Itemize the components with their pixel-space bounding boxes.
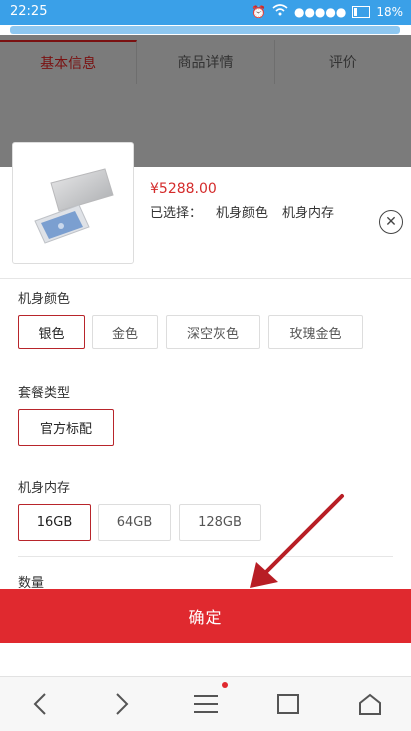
alarm-icon: ⏰ [251,4,266,19]
option-color-gold[interactable]: 金色 [92,315,158,349]
selected-prefix: 已选择： [150,206,203,221]
phone-image-icon [34,168,114,244]
option-color-silver[interactable]: 银色 [18,315,85,349]
forward-icon[interactable] [92,677,152,731]
battery-percent: 18% [376,4,403,19]
tab-basic-info[interactable]: 基本信息 [0,40,138,84]
selected-item: 机身内存 [282,206,335,221]
selected-summary: 已选择： 机身颜色 机身内存 [150,202,334,221]
option-color-rose-gold[interactable]: 玫瑰金色 [268,315,363,349]
tab-product-details[interactable]: 商品详情 [137,40,275,84]
option-storage-16gb[interactable]: 16GB [18,504,91,541]
signal-icon: ●●●●● [293,4,347,19]
selected-item: 机身颜色 [216,206,269,221]
product-tabs: 基本信息 商品详情 评价 [0,40,411,84]
product-thumbnail [12,142,134,264]
home-icon[interactable] [340,677,400,731]
browser-bottom-nav [0,676,411,731]
notification-dot [222,682,228,688]
confirm-button[interactable]: 确定 [0,589,411,643]
status-bar: 22:25 ⏰ ●●●●● 18% [0,0,411,25]
storage-label: 机身内存 [18,481,71,496]
address-bar[interactable] [10,26,400,34]
wifi-icon [272,4,288,19]
divider [0,278,411,279]
tab-reviews[interactable]: 评价 [275,40,411,84]
product-price: ¥5288.00 [150,181,217,197]
status-time: 22:25 [10,4,48,19]
package-label: 套餐类型 [18,386,71,401]
color-label: 机身颜色 [18,292,71,307]
status-icons: ⏰ ●●●●● 18% [251,4,403,19]
battery-icon [352,5,371,18]
annotation-arrow-icon [250,494,344,588]
option-package-standard[interactable]: 官方标配 [18,409,114,446]
back-icon[interactable] [10,677,70,731]
option-storage-64gb[interactable]: 64GB [98,504,171,541]
tabs-icon[interactable] [258,677,318,731]
close-icon[interactable]: ✕ [379,210,403,234]
option-color-space-gray[interactable]: 深空灰色 [166,315,260,349]
